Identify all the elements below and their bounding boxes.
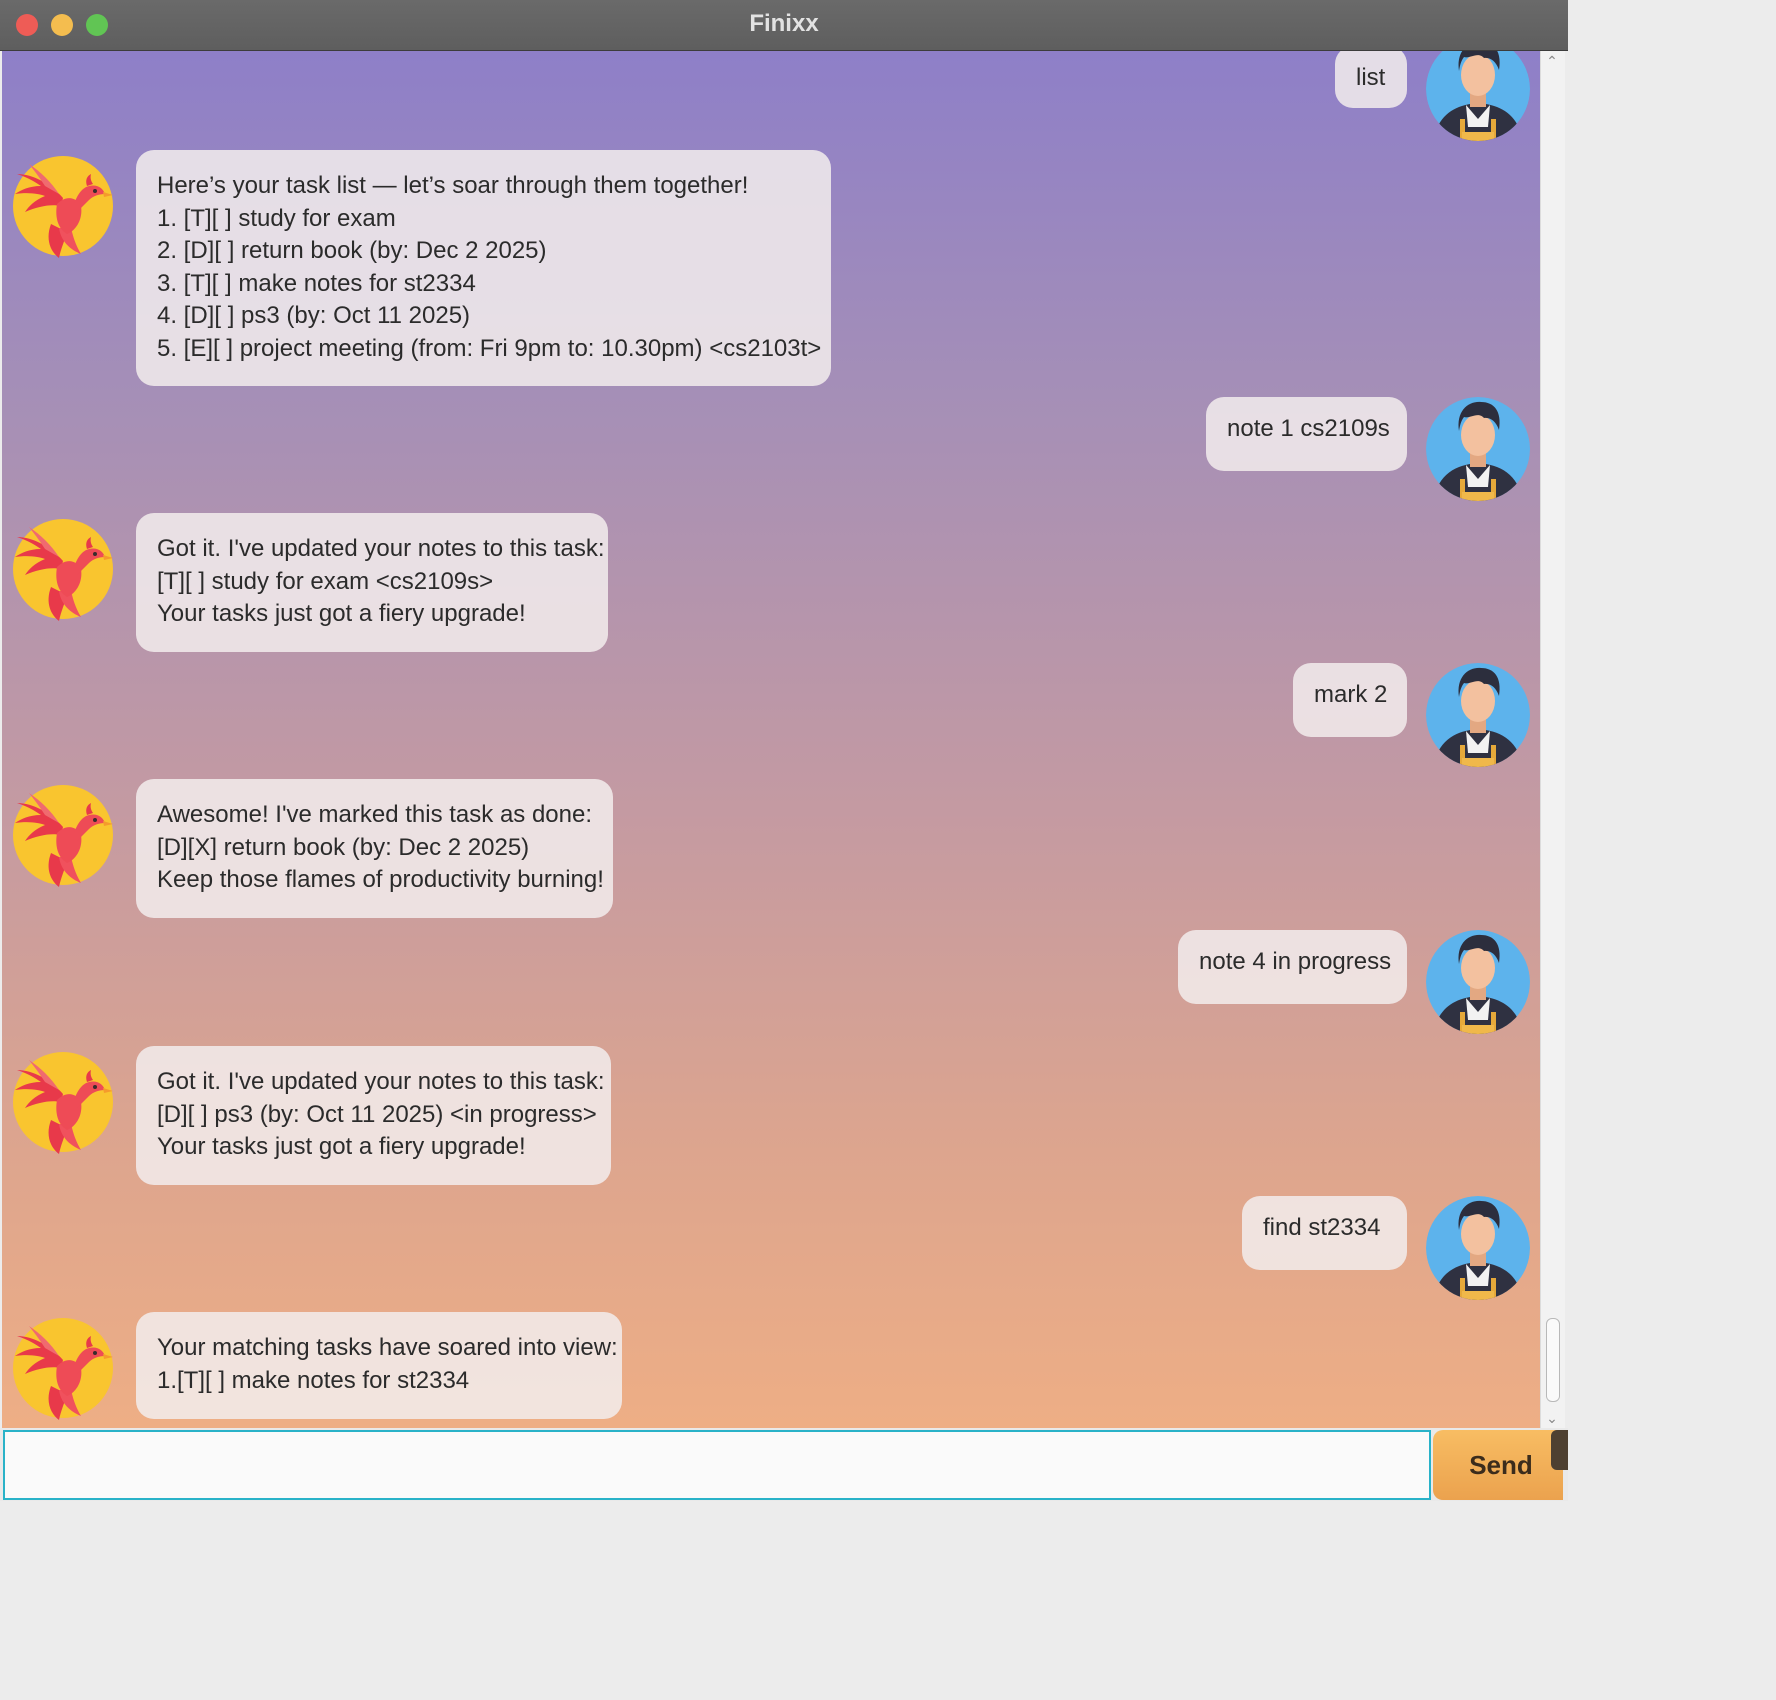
scrollbar-thumb[interactable] <box>1546 1318 1560 1402</box>
app-window: Finixx list Here’s your task list — let’… <box>0 0 1568 1501</box>
scroll-down-arrow-icon[interactable]: ⌄ <box>1546 1411 1558 1425</box>
phoenix-avatar-icon <box>11 1316 115 1420</box>
vertical-scrollbar[interactable]: ⌃ ⌄ <box>1540 51 1565 1428</box>
send-button[interactable]: Send <box>1433 1430 1563 1500</box>
phoenix-avatar-icon <box>11 517 115 621</box>
bot-message-bubble: Your matching tasks have soared into vie… <box>136 1312 622 1419</box>
input-area: Send <box>0 1428 1568 1501</box>
user-avatar-icon <box>1426 930 1530 1034</box>
bot-message-bubble: Got it. I've updated your notes to this … <box>136 1046 611 1185</box>
bot-message-bubble: Here’s your task list — let’s soar throu… <box>136 150 831 386</box>
bot-message-bubble: Got it. I've updated your notes to this … <box>136 513 608 652</box>
scroll-up-arrow-icon[interactable]: ⌃ <box>1546 54 1558 68</box>
phoenix-avatar-icon <box>11 154 115 258</box>
user-message-bubble: note 4 in progress <box>1178 930 1407 1004</box>
user-avatar-icon <box>1426 51 1530 141</box>
phoenix-avatar-icon <box>11 1050 115 1154</box>
user-message-bubble: find st2334 <box>1242 1196 1407 1270</box>
phoenix-avatar-icon <box>11 783 115 887</box>
user-message-bubble: note 1 cs2109s <box>1206 397 1407 471</box>
message-input[interactable] <box>3 1430 1431 1500</box>
user-avatar-icon <box>1426 663 1530 767</box>
bot-message-bubble: Awesome! I've marked this task as done: … <box>136 779 613 918</box>
user-message-bubble: mark 2 <box>1293 663 1407 737</box>
title-bar: Finixx <box>0 0 1568 51</box>
user-avatar-icon <box>1426 397 1530 501</box>
user-message-bubble: list <box>1335 51 1407 108</box>
user-avatar-icon <box>1426 1196 1530 1300</box>
send-button-edge <box>1551 1430 1568 1470</box>
window-title: Finixx <box>749 10 819 37</box>
chat-scroll-area[interactable]: list Here’s your task list — let’s soar … <box>2 51 1540 1428</box>
